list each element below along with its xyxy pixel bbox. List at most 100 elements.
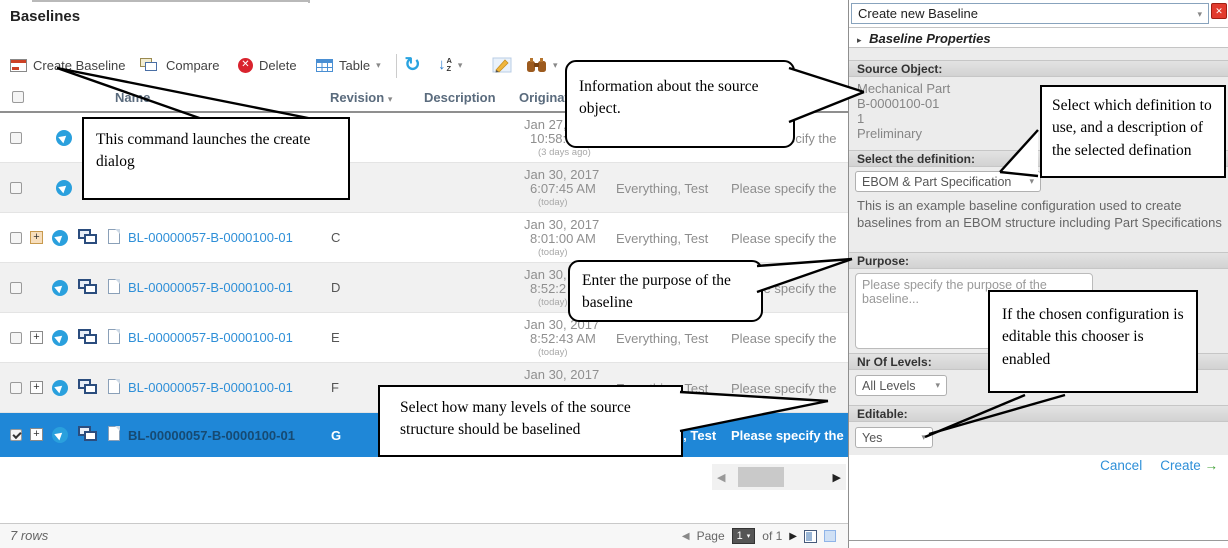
revision-cell: G	[331, 428, 341, 443]
callout-source-object: Information about the source object.	[565, 60, 795, 148]
column-header-name[interactable]: Name	[115, 90, 150, 105]
toolbar-separator	[396, 54, 397, 78]
baseline-link[interactable]: BL-00000057-B-0000100-01	[128, 330, 293, 345]
globe-icon[interactable]	[52, 280, 68, 296]
globe-icon[interactable]	[52, 230, 68, 246]
source-object-state: Preliminary	[857, 126, 922, 141]
originated-cell: Jan 30, 20178:52:43 AM(today)	[524, 318, 619, 360]
globe-icon[interactable]	[56, 180, 72, 196]
source-object-type: Mechanical Part	[857, 81, 950, 96]
table-view-button[interactable]: Table ▾	[316, 50, 381, 80]
document-icon	[108, 426, 120, 441]
expand-icon[interactable]: +	[30, 231, 43, 244]
source-object-label: Source Object:	[849, 60, 1228, 77]
horizontal-scrollbar[interactable]: ◀ ▶	[712, 464, 846, 490]
revision-cell: F	[331, 380, 339, 395]
table-row[interactable]: + BL-00000057-B-0000100-01 C Jan 30, 201…	[0, 213, 848, 263]
create-baseline-panel: Create new Baseline ▾ ✕ ▸ Baseline Prope…	[848, 0, 1228, 548]
purpose-cell: Please specify the	[731, 231, 837, 246]
delete-button[interactable]: ✕ Delete	[238, 50, 297, 80]
create-baseline-button[interactable]: Create Baseline	[10, 50, 126, 80]
table-label: Table	[339, 58, 370, 73]
globe-icon[interactable]	[52, 380, 68, 396]
row-checkbox[interactable]	[10, 132, 22, 144]
create-button[interactable]: Create →	[1160, 458, 1218, 473]
compare-label: Compare	[166, 58, 219, 73]
row-checkbox[interactable]	[10, 429, 22, 441]
owner-cell: Everything, Test	[616, 181, 708, 196]
panel-actions: Cancel Create →	[1100, 458, 1218, 473]
close-icon[interactable]: ✕	[1211, 3, 1227, 19]
section-header[interactable]: ▸ Baseline Properties	[849, 27, 1228, 48]
purpose-cell: Please specify the	[731, 181, 837, 196]
expand-icon[interactable]: +	[30, 381, 43, 394]
baseline-link[interactable]: BL-00000057-B-0000100-01	[128, 428, 295, 443]
purpose-cell: Please specify the	[731, 331, 837, 346]
sort-button[interactable]: ↓ AZ ▾	[438, 50, 462, 80]
document-icon	[108, 229, 120, 244]
page-of-label: of 1	[762, 529, 782, 543]
chevron-down-icon: ▾	[921, 432, 926, 443]
expand-icon[interactable]: +	[30, 331, 43, 344]
compare-button[interactable]: Compare	[140, 50, 219, 80]
find-button[interactable]: ▾	[527, 50, 558, 80]
select-all-checkbox[interactable]	[12, 91, 24, 103]
editable-label: Editable:	[849, 405, 1228, 422]
panel-chooser-value: Create new Baseline	[858, 6, 978, 21]
panel-bottom-border	[849, 540, 1228, 541]
definition-select[interactable]: EBOM & Part Specification ▾	[855, 171, 1041, 192]
structure-compare-icon[interactable]	[78, 229, 99, 245]
chevron-down-icon: ▾	[458, 60, 463, 71]
source-object-revision: 1	[857, 111, 864, 126]
scrollbar-thumb[interactable]	[738, 467, 784, 487]
row-checkbox[interactable]	[10, 282, 22, 294]
editable-select[interactable]: Yes ▾	[855, 427, 933, 448]
page-label: Page	[697, 529, 725, 543]
card-view-icon[interactable]	[824, 530, 836, 542]
baseline-link[interactable]: BL-00000057-B-0000100-01	[128, 280, 293, 295]
callout-definition: Select which definition to use, and a de…	[1040, 85, 1226, 178]
baseline-link[interactable]: BL-00000057-B-0000100-01	[128, 380, 293, 395]
tab-edge	[32, 0, 310, 3]
refresh-button[interactable]: ↻	[404, 50, 421, 80]
baseline-link[interactable]: BL-00000057-B-0000100-01	[128, 230, 293, 245]
prev-page-icon[interactable]: ◀	[682, 531, 690, 542]
source-object-name: B-0000100-01	[857, 96, 939, 111]
create-baseline-icon	[10, 59, 27, 72]
chevron-down-icon: ▾	[553, 60, 558, 71]
edit-button[interactable]	[492, 50, 512, 80]
panel-chooser-select[interactable]: Create new Baseline ▾	[851, 3, 1209, 24]
revision-cell: E	[331, 330, 340, 345]
revision-cell: D	[331, 280, 340, 295]
structure-compare-icon[interactable]	[78, 379, 99, 395]
status-bar: 7 rows ◀ Page 1▾ of 1 ▶	[0, 523, 848, 548]
row-checkbox[interactable]	[10, 332, 22, 344]
cancel-button[interactable]: Cancel	[1100, 458, 1142, 473]
owner-cell: Everything, Test	[616, 331, 708, 346]
globe-icon[interactable]	[56, 130, 72, 146]
originated-cell: Jan 30, 2017	[524, 368, 619, 382]
structure-compare-icon[interactable]	[78, 426, 99, 442]
refresh-icon: ↻	[404, 55, 421, 75]
column-header-description[interactable]: Description	[424, 90, 496, 105]
row-checkbox[interactable]	[10, 382, 22, 394]
next-page-icon[interactable]: ▶	[789, 531, 797, 542]
row-count-label: 7 rows	[10, 528, 48, 543]
row-checkbox[interactable]	[10, 182, 22, 194]
expand-icon[interactable]: +	[30, 428, 43, 441]
structure-compare-icon[interactable]	[78, 329, 99, 345]
scroll-left-icon[interactable]: ◀	[712, 471, 730, 484]
binoculars-icon	[527, 58, 547, 73]
globe-icon[interactable]	[52, 330, 68, 346]
structure-compare-icon[interactable]	[78, 279, 99, 295]
levels-select[interactable]: All Levels ▾	[855, 375, 947, 396]
globe-icon[interactable]	[52, 427, 68, 443]
row-checkbox[interactable]	[10, 232, 22, 244]
grid-view-icon[interactable]	[804, 530, 817, 543]
create-baseline-label: Create Baseline	[33, 58, 126, 73]
column-header-revision[interactable]: Revision ▾	[330, 90, 392, 105]
definition-description: This is an example baseline configuratio…	[857, 197, 1225, 231]
page-select[interactable]: 1▾	[732, 528, 756, 544]
pencil-icon	[492, 56, 512, 74]
scroll-right-icon[interactable]: ▶	[828, 471, 846, 484]
